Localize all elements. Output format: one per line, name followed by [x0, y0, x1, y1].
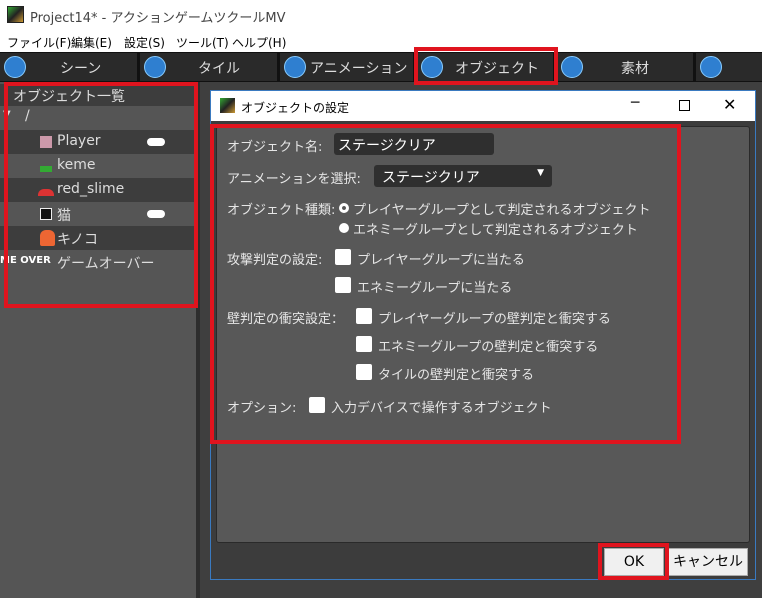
expand-arrow-icon[interactable]: ▼ — [3, 109, 11, 120]
attack-enemy-checkbox[interactable] — [335, 277, 351, 293]
dropdown-arrow-icon: ▼ — [537, 168, 544, 178]
wall-enemy-checkbox[interactable] — [356, 336, 372, 352]
minimize-button[interactable]: ─ — [631, 95, 639, 111]
cat-sprite-icon — [40, 208, 52, 220]
app-icon — [7, 6, 24, 23]
gamepad-icon — [147, 138, 165, 146]
tab-object[interactable]: オブジェクト — [417, 53, 553, 81]
menu-help[interactable]: ヘルプ(H) — [232, 34, 286, 51]
object-list-header: オブジェクト一覧 — [0, 84, 196, 106]
tab-tile[interactable]: タイル — [140, 53, 277, 81]
animation-select[interactable]: ステージクリア ▼ — [374, 165, 552, 187]
wall-player-checkbox[interactable] — [356, 308, 372, 324]
list-item[interactable]: keme — [0, 154, 196, 178]
splitter[interactable] — [196, 82, 200, 598]
object-list-panel: オブジェクト一覧 ▼ / Player keme red_slime 猫 キノコ … — [0, 82, 200, 598]
tab-animation[interactable]: アニメーション — [280, 53, 413, 81]
window-title-bar: Project14* - アクションゲームツクールMV — [0, 0, 762, 30]
close-button[interactable]: ✕ — [723, 95, 736, 114]
tile-icon — [144, 56, 166, 78]
list-item[interactable]: Player — [0, 130, 196, 154]
object-name-input[interactable]: ステージクリア — [334, 133, 494, 155]
attack-player-checkbox[interactable] — [335, 249, 351, 265]
object-icon — [421, 56, 443, 78]
menu-bar: ファイル(F) 編集(E) 設定(S) ツール(T) ヘルプ(H) — [0, 30, 762, 52]
keme-sprite-icon — [40, 166, 52, 172]
tab-tool[interactable] — [696, 53, 762, 81]
scene-icon — [4, 56, 26, 78]
settings-panel: オブジェクト名: ステージクリア アニメーションを選択: ステージクリア ▼ オブ… — [216, 126, 750, 543]
tab-bar: シーン タイル アニメーション オブジェクト 素材 — [0, 52, 762, 82]
list-item[interactable]: ME OVER ゲームオーバー — [0, 250, 196, 274]
player-sprite-icon — [40, 136, 52, 148]
window-title: Project14* - アクションゲームツクールMV — [30, 11, 286, 26]
slime-sprite-icon — [38, 189, 54, 196]
app-icon — [220, 98, 235, 113]
layers-icon — [561, 56, 583, 78]
menu-tools[interactable]: ツール(T) — [176, 34, 229, 51]
tab-scene[interactable]: シーン — [0, 53, 137, 81]
type-player-radio[interactable] — [339, 203, 349, 213]
dialog-title: オブジェクトの設定 — [241, 101, 350, 115]
input-device-checkbox[interactable] — [309, 397, 325, 413]
wall-tile-checkbox[interactable] — [356, 364, 372, 380]
ok-button[interactable]: OK — [604, 548, 664, 576]
animation-icon — [284, 56, 306, 78]
maximize-button[interactable] — [679, 100, 690, 111]
gamepad-icon — [147, 210, 165, 218]
tool-icon — [700, 56, 722, 78]
mushroom-sprite-icon — [40, 230, 55, 246]
tab-assets[interactable]: 素材 — [557, 53, 693, 81]
type-enemy-radio[interactable] — [339, 223, 349, 233]
list-item[interactable]: キノコ — [0, 226, 196, 250]
menu-edit[interactable]: 編集(E) — [71, 34, 112, 51]
tree-root[interactable]: ▼ / — [0, 106, 196, 130]
cancel-button[interactable]: キャンセル — [668, 548, 748, 576]
dialog-title-bar: オブジェクトの設定 ─ ✕ — [211, 91, 755, 121]
list-item[interactable]: red_slime — [0, 178, 196, 202]
object-settings-dialog: オブジェクトの設定 ─ ✕ オブジェクト名: ステージクリア アニメーションを選… — [210, 90, 756, 580]
list-item[interactable]: 猫 — [0, 202, 196, 226]
menu-settings[interactable]: 設定(S) — [124, 34, 165, 51]
menu-file[interactable]: ファイル(F) — [7, 34, 71, 51]
